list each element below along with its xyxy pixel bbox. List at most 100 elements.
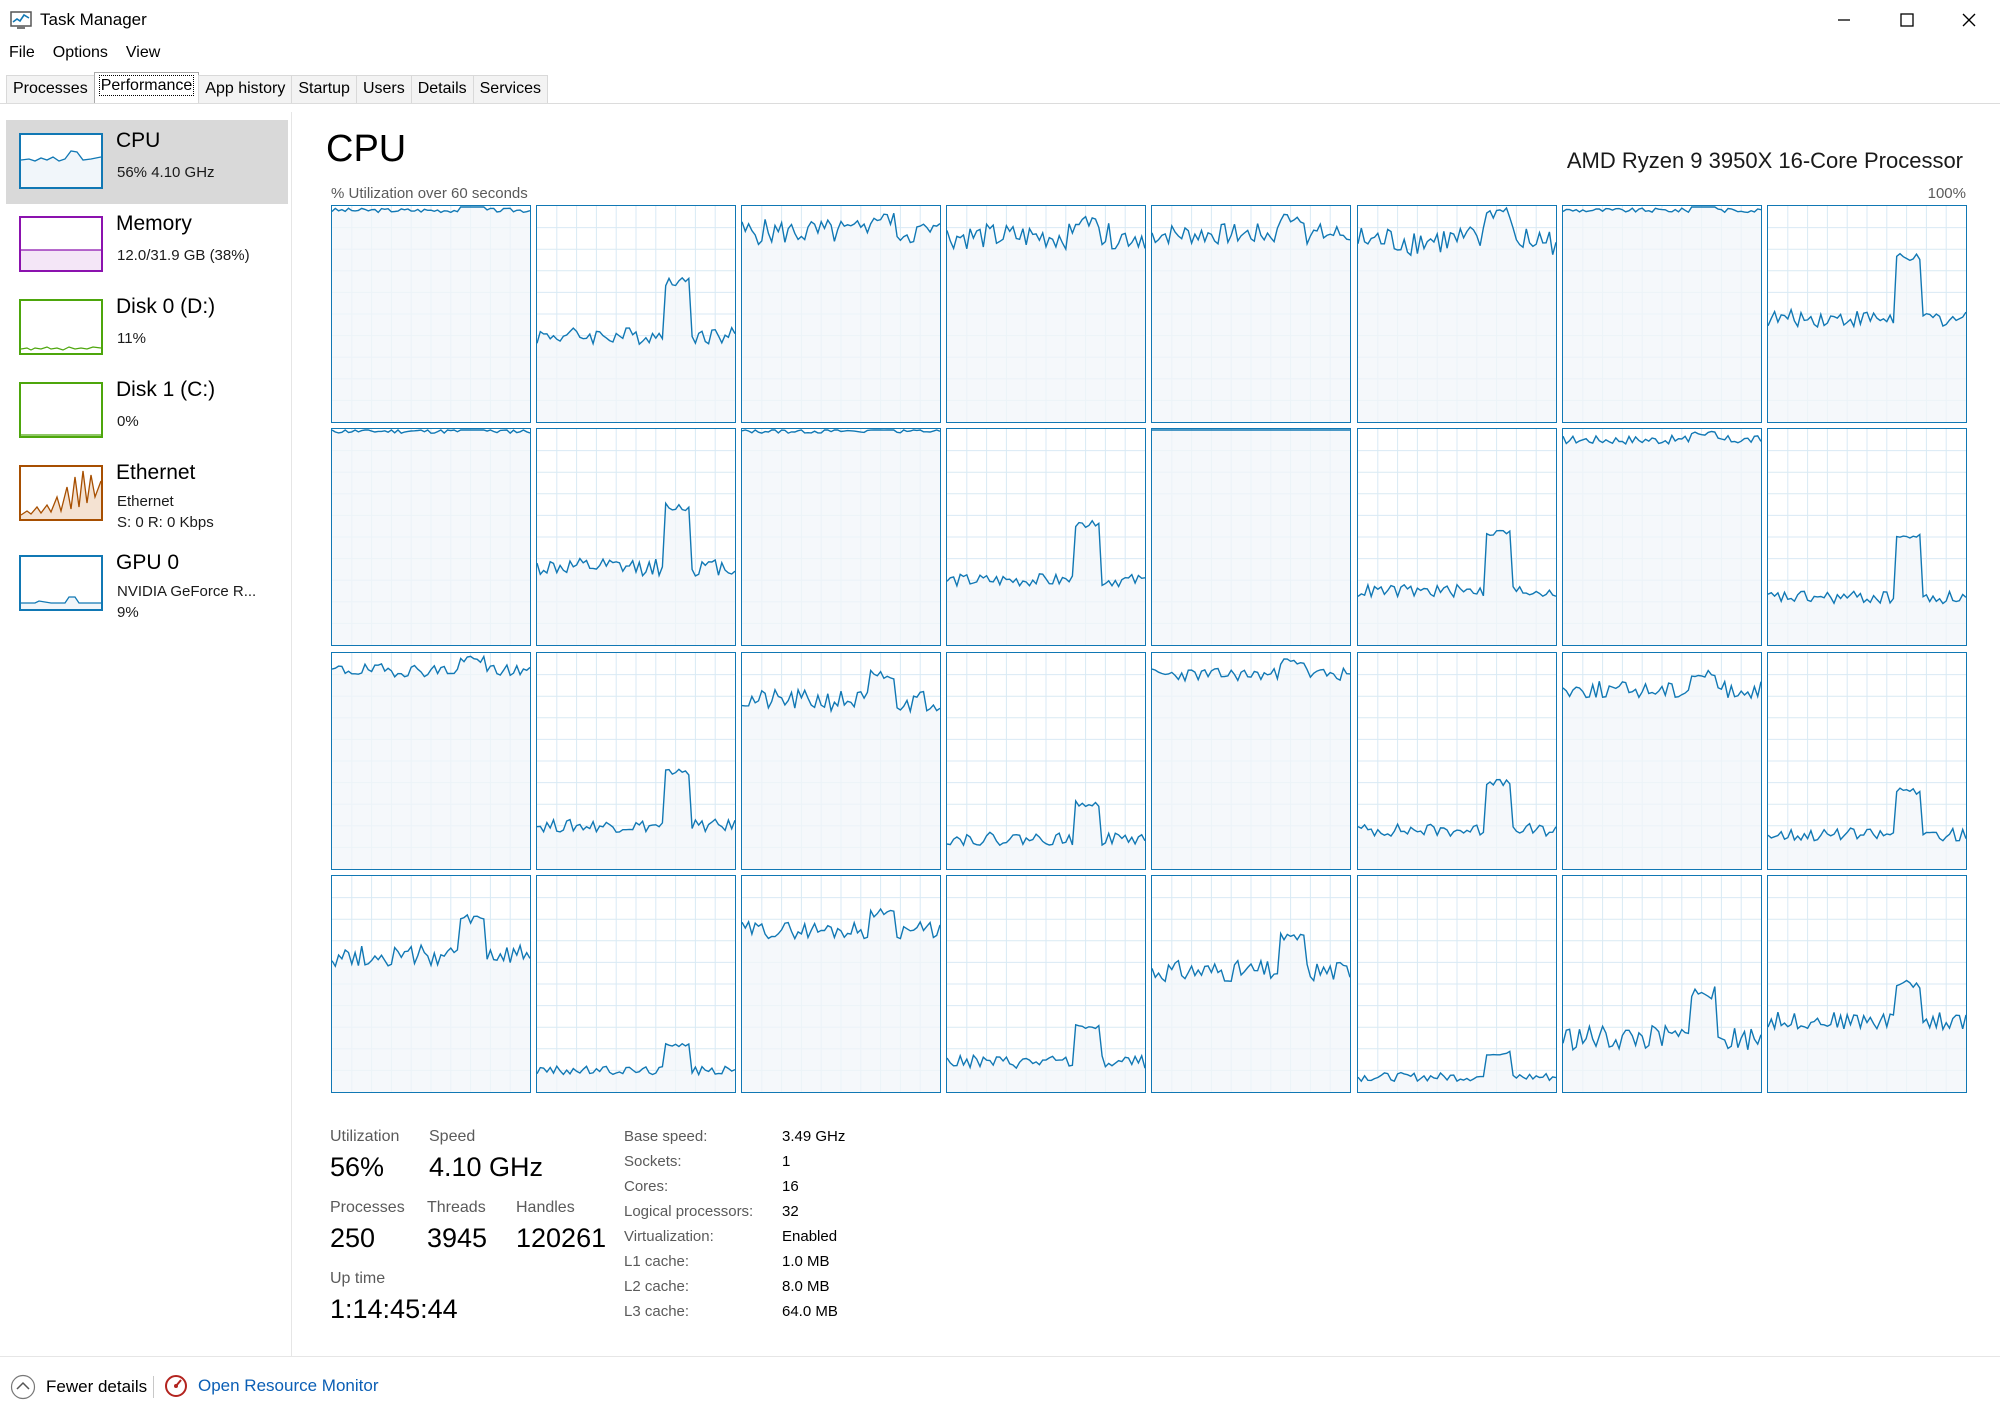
task-manager-icon: [10, 11, 32, 29]
sidebar-item-disk-0[interactable]: Disk 0 (D:) 11%: [6, 286, 288, 370]
graph-axis-label: % Utilization over 60 seconds: [331, 185, 528, 202]
logical-processor-graph: [741, 205, 942, 423]
sidebar-item-detail: 0%: [117, 413, 139, 430]
processes-label: Processes: [330, 1199, 405, 1216]
logical-processor-graph: [1561, 428, 1762, 647]
footer-divider: [0, 1356, 2000, 1357]
open-resource-monitor-link[interactable]: Open Resource Monitor: [164, 1374, 378, 1398]
speed-value: 4.10 GHz: [429, 1152, 544, 1182]
sidebar-item-disk-1[interactable]: Disk 1 (C:) 0%: [6, 369, 288, 453]
logical-processor-graph: [331, 651, 531, 870]
fewer-details-button[interactable]: Fewer details: [10, 1374, 147, 1400]
utilization-area: [1562, 431, 1761, 646]
tab-services[interactable]: Services: [472, 75, 548, 103]
ethernet-thumbnail-graph: [19, 465, 103, 521]
tab-processes[interactable]: Processes: [6, 75, 95, 103]
utilization-area: [332, 430, 530, 646]
tab-users[interactable]: Users: [355, 75, 412, 103]
logical-processor-graph: [536, 651, 737, 870]
logical-processor-graph: [331, 205, 531, 423]
threads-label: Threads: [427, 1199, 486, 1216]
tabs-divider: [0, 103, 2000, 104]
logical-processor-graph: [1151, 651, 1352, 870]
utilization-area: [1562, 670, 1761, 869]
tab-startup[interactable]: Startup: [291, 75, 357, 103]
logical-processor-graph: [1151, 428, 1352, 647]
logical-processor-graph: [1356, 428, 1557, 647]
detail-key: Base speed:: [624, 1128, 708, 1145]
logical-processor-graph: [331, 874, 531, 1093]
utilization-area: [742, 430, 941, 646]
window-title: Task Manager: [40, 10, 147, 29]
resource-sidebar: CPU 56% 4.10 GHz Memory 12.0/31.9 GB (38…: [0, 112, 292, 1356]
sidebar-item-label: Memory: [116, 212, 192, 235]
detail-value: 1: [782, 1153, 791, 1170]
menu-bar: File Options View: [0, 42, 169, 68]
maximize-icon: [1900, 13, 1914, 27]
menu-file[interactable]: File: [0, 42, 44, 68]
logical-processor-graph: [741, 874, 942, 1093]
sidebar-item-cpu[interactable]: CPU 56% 4.10 GHz: [6, 120, 288, 204]
logical-processor-graph: [946, 205, 1147, 423]
logical-processor-graph: [1356, 205, 1557, 423]
sidebar-item-detail: NVIDIA GeForce R...: [117, 583, 257, 600]
detail-key: Logical processors:: [624, 1203, 754, 1220]
sidebar-item-label: Ethernet: [116, 461, 196, 484]
logical-processor-graph: [1561, 874, 1762, 1093]
sidebar-item-detail: 11%: [117, 330, 146, 347]
sidebar-item-label: Disk 1 (C:): [116, 378, 216, 401]
utilization-area: [1152, 430, 1351, 646]
logical-processor-graph: [741, 428, 942, 647]
logical-processor-graph: [536, 874, 737, 1093]
footer-separator: [153, 1376, 154, 1398]
logical-processor-graph: [1151, 205, 1352, 423]
memory-thumbnail-graph: [19, 216, 103, 272]
detail-key: L1 cache:: [624, 1253, 690, 1270]
gpu-thumbnail-graph: [19, 555, 103, 611]
logical-processor-graph: [1766, 428, 1967, 647]
utilization-label: Utilization: [330, 1128, 400, 1145]
sidebar-item-detail: 56% 4.10 GHz: [117, 164, 215, 181]
logical-processor-graph: [331, 428, 531, 647]
logical-processor-graph: [946, 428, 1147, 647]
tab-performance[interactable]: Performance: [93, 72, 200, 103]
minimize-icon: [1838, 19, 1850, 21]
minimize-button[interactable]: [1813, 0, 1875, 40]
sidebar-item-memory[interactable]: Memory 12.0/31.9 GB (38%): [6, 203, 288, 287]
detail-key: Virtualization:: [624, 1228, 714, 1245]
detail-key: L2 cache:: [624, 1278, 690, 1295]
logical-processor-graph: [1561, 651, 1762, 870]
sidebar-item-ethernet[interactable]: Ethernet Ethernet S: 0 R: 0 Kbps: [6, 452, 288, 536]
tab-strip: Processes Performance App history Startu…: [6, 72, 548, 103]
menu-options[interactable]: Options: [44, 42, 117, 68]
utilization-area: [1562, 207, 1761, 422]
logical-processor-graph: [1356, 874, 1557, 1093]
menu-view[interactable]: View: [117, 42, 169, 68]
utilization-value: 56%: [330, 1152, 385, 1182]
maximize-button[interactable]: [1876, 0, 1938, 40]
logical-processor-graph: [1766, 874, 1967, 1093]
logical-processor-graph: [1766, 205, 1967, 423]
detail-value: 16: [782, 1178, 799, 1195]
logical-processor-graphs[interactable]: [331, 205, 1967, 1093]
cpu-thumbnail-graph: [19, 133, 103, 189]
threads-value: 3945: [427, 1223, 488, 1253]
logical-processor-graph: [1766, 651, 1967, 870]
tab-details[interactable]: Details: [410, 75, 474, 103]
sidebar-item-detail: S: 0 R: 0 Kbps: [117, 514, 214, 531]
sidebar-item-detail: 12.0/31.9 GB (38%): [117, 247, 250, 264]
utilization-area: [332, 207, 530, 422]
tab-app-history[interactable]: App history: [198, 75, 293, 103]
chevron-up-circle-icon: [10, 1374, 36, 1400]
close-button[interactable]: [1938, 0, 2000, 40]
cpu-model-name: AMD Ryzen 9 3950X 16-Core Processor: [1566, 148, 1963, 173]
detail-value: 64.0 MB: [782, 1303, 838, 1320]
disk-1-thumbnail-graph: [19, 382, 103, 438]
detail-value: Enabled: [782, 1228, 838, 1245]
title-bar: Task Manager: [0, 0, 2000, 40]
sidebar-item-gpu-0[interactable]: GPU 0 NVIDIA GeForce R... 9%: [6, 542, 288, 626]
logical-processor-graph: [536, 205, 737, 423]
handles-value: 120261: [516, 1223, 607, 1253]
logical-processor-graph: [1151, 874, 1352, 1093]
handles-label: Handles: [516, 1199, 575, 1216]
